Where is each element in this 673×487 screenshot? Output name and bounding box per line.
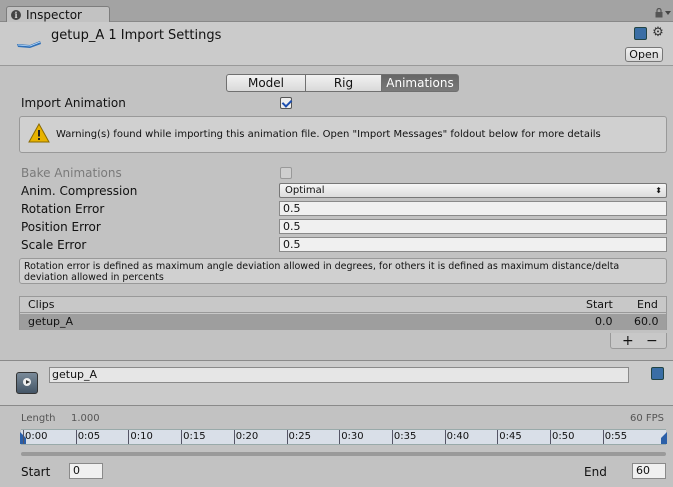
timeline-tick-label: 0:55: [604, 431, 628, 442]
import-animation-checkbox[interactable]: [280, 97, 292, 109]
warning-box: Warning(s) found while importing this an…: [19, 116, 667, 153]
timeline-tick-label: 0:20: [235, 431, 259, 442]
timeline-tick-label: 0:10: [130, 431, 153, 442]
import-animation-label: Import Animation: [21, 96, 126, 110]
clips-header: Clips Start End: [20, 297, 666, 313]
gear-icon[interactable]: ⚙: [651, 26, 665, 40]
bake-animations-label: Bake Animations: [21, 166, 122, 180]
timeline-tick-label: 0:35: [393, 431, 417, 442]
divider: [0, 405, 673, 406]
position-error-field[interactable]: 0.5: [279, 219, 667, 234]
timeline-tick-label: 0:00: [25, 431, 48, 442]
info-icon: i: [11, 10, 21, 20]
timeline-tick-label: 0:30: [341, 431, 364, 442]
anim-compression-value: Optimal: [285, 185, 325, 196]
length-value: 1.000: [71, 413, 100, 424]
end-label: End: [584, 465, 607, 479]
clips-list: Clips Start End getup_A 0.0 60.0: [19, 296, 667, 330]
timeline-tick: [128, 430, 130, 444]
timeline-tick: [391, 430, 393, 444]
timeline-tick: [602, 430, 604, 444]
timeline-tick: [339, 430, 341, 444]
position-error-label: Position Error: [21, 220, 101, 234]
anim-compression-label: Anim. Compression: [21, 184, 138, 198]
end-column-header: End: [637, 298, 658, 311]
tab-inspector-label: Inspector: [26, 8, 82, 22]
timeline-scrollbar[interactable]: [21, 452, 666, 456]
clip-name-field[interactable]: getup_A: [49, 367, 629, 383]
dropdown-arrows-icon: ⬍: [655, 186, 662, 195]
timeline-tick-label: 0:50: [552, 431, 575, 442]
timeline-tick: [75, 430, 77, 444]
clip-help-book-icon[interactable]: [651, 367, 664, 380]
timeline-tick-label: 0:40: [446, 431, 470, 442]
help-box: Rotation error is defined as maximum ang…: [19, 258, 667, 284]
fps-label: 60 FPS: [629, 413, 664, 424]
model-asset-icon: [17, 41, 41, 48]
timeline-tick-label: 0:05: [77, 431, 101, 442]
play-icon[interactable]: [16, 372, 38, 394]
warning-icon: [28, 123, 50, 143]
clip-row-name: getup_A: [28, 315, 74, 328]
rotation-error-label: Rotation Error: [21, 202, 105, 216]
warning-text: Warning(s) found while importing this an…: [56, 129, 601, 140]
clip-row[interactable]: getup_A 0.0 60.0: [20, 314, 666, 330]
tab-bar: i Inspector: [0, 0, 673, 23]
start-field[interactable]: 0: [69, 463, 103, 479]
timeline-tick: [286, 430, 288, 444]
timeline-tick: [181, 430, 183, 444]
start-column-header: Start: [586, 298, 613, 311]
add-clip-button[interactable]: +: [622, 334, 634, 348]
timeline-tick-label: 0:15: [183, 431, 206, 442]
tab-rig[interactable]: Rig: [305, 74, 382, 92]
open-button[interactable]: Open: [625, 47, 663, 62]
clip-row-end: 60.0: [634, 315, 659, 328]
inspector-header: getup_A 1 Import Settings ⚙ Open: [0, 22, 673, 66]
clip-panel: getup_A: [0, 361, 673, 406]
scale-error-label: Scale Error: [21, 238, 87, 252]
clip-row-start: 0.0: [595, 315, 613, 328]
remove-clip-button[interactable]: −: [646, 334, 658, 348]
tab-animations[interactable]: Animations: [381, 74, 459, 92]
timeline-tick: [444, 430, 446, 444]
page-title: getup_A 1 Import Settings: [51, 28, 222, 43]
timeline-tick-label: 0:45: [499, 431, 522, 442]
import-tabs: Model Rig Animations: [226, 74, 459, 92]
start-label: Start: [21, 465, 51, 479]
help-book-icon[interactable]: [634, 27, 647, 40]
tab-inspector[interactable]: i Inspector: [6, 6, 110, 23]
length-label: Length: [21, 413, 56, 424]
rotation-error-field[interactable]: 0.5: [279, 201, 667, 216]
timeline-tick: [550, 430, 551, 444]
anim-compression-select[interactable]: Optimal ⬍: [279, 183, 667, 198]
end-marker-handle[interactable]: [661, 432, 667, 444]
lock-icon[interactable]: [655, 8, 663, 18]
timeline-tick: [233, 430, 235, 444]
tab-model[interactable]: Model: [226, 74, 306, 92]
clips-column-header: Clips: [28, 298, 55, 311]
end-field[interactable]: 60: [632, 463, 666, 479]
timeline-tick: [23, 430, 24, 444]
clips-add-remove: + −: [610, 333, 667, 349]
window-menu-icon[interactable]: [665, 10, 671, 16]
timeline-tick-label: 0:25: [288, 431, 311, 442]
timeline-tick: [497, 430, 499, 444]
scale-error-field[interactable]: 0.5: [279, 237, 667, 252]
bake-animations-checkbox: [280, 167, 292, 179]
timeline-ruler[interactable]: 0:00 0:05 0:10 0:15 0:20 0:25 0:30 0:35 0:40 0:45…: [20, 429, 667, 445]
